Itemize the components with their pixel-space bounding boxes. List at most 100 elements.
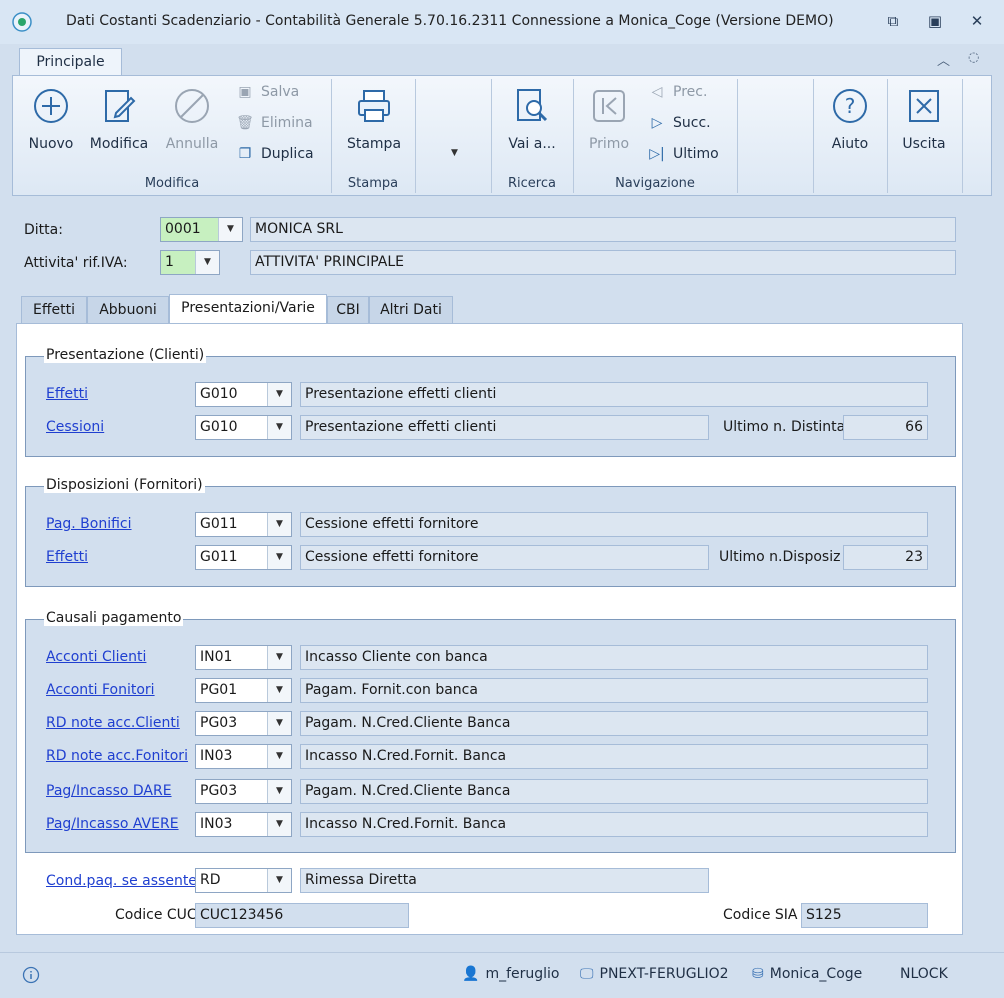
app-icon[interactable]: [12, 12, 32, 32]
causale-link[interactable]: Pag/Incasso DARE: [46, 783, 172, 799]
disposizioni-group: Disposizioni (Fornitori) Pag. Bonifici G…: [25, 477, 956, 587]
presentazione-cessioni-link[interactable]: Cessioni: [46, 419, 104, 435]
causale-link[interactable]: Acconti Fonitori: [46, 682, 155, 698]
chevron-down-icon[interactable]: ▼: [267, 646, 291, 669]
salva-button[interactable]: ▣ Salva: [235, 84, 299, 106]
chevron-down-icon[interactable]: ▼: [267, 383, 291, 406]
cond-paq-combo[interactable]: RD ▼: [195, 868, 292, 893]
tab-abbuoni[interactable]: Abbuoni: [87, 296, 169, 324]
vai-button[interactable]: Vai a...: [496, 86, 568, 164]
chevron-down-icon[interactable]: ▼: [267, 745, 291, 768]
causali-group: Causali pagamento Acconti Clienti IN01 ▼…: [25, 610, 956, 853]
chevron-down-icon[interactable]: ▼: [267, 712, 291, 735]
causale-combo[interactable]: PG03 ▼: [195, 711, 292, 736]
succ-button[interactable]: ▷ Succ.: [647, 115, 711, 137]
collapse-ribbon-icon[interactable]: ︿: [937, 50, 950, 69]
last-icon: ▷|: [649, 146, 665, 162]
vai-label: Vai a...: [508, 136, 556, 152]
chevron-down-icon[interactable]: ▼: [267, 780, 291, 803]
cond-paq-desc: Rimessa Diretta: [300, 868, 709, 893]
ribbon-dropdown-icon[interactable]: ▼: [451, 148, 458, 158]
title-bar: Dati Costanti Scadenziario - Contabilità…: [0, 0, 1004, 44]
tab-cbi[interactable]: CBI: [327, 296, 369, 324]
uscita-button[interactable]: Uscita: [888, 86, 960, 164]
desc-field: Cessione effetti fornitore: [300, 545, 709, 570]
annulla-button[interactable]: Annulla: [156, 86, 228, 164]
info-icon[interactable]: [22, 966, 40, 984]
sia-field[interactable]: S125: [801, 903, 928, 928]
causale-link[interactable]: RD note acc.Fonitori: [46, 748, 188, 764]
ribbon: Nuovo Modifica Annulla ▣ Salva 🗑 Elimina ❐…: [12, 75, 992, 196]
ultimo-button[interactable]: ▷| Ultimo: [647, 146, 718, 168]
sia-label: Codice SIA: [723, 907, 798, 923]
desc-field: Incasso N.Cred.Fornit. Banca: [300, 744, 928, 769]
code-value: G010: [200, 419, 238, 435]
code-value: IN03: [200, 748, 233, 764]
duplica-label: Duplica: [261, 146, 314, 162]
attivita-combo[interactable]: 1 ▼: [160, 250, 220, 275]
code-value: PG03: [200, 715, 238, 731]
presentazione-effetti-combo[interactable]: G010 ▼: [195, 382, 292, 407]
style-icon[interactable]: ◌: [968, 50, 979, 65]
causale-link[interactable]: Pag/Incasso AVERE: [46, 816, 179, 832]
prec-button[interactable]: ◁ Prec.: [647, 84, 708, 106]
disposizioni-effetti-combo[interactable]: G011 ▼: [195, 545, 292, 570]
causale-link[interactable]: RD note acc.Clienti: [46, 715, 180, 731]
uscita-label: Uscita: [902, 136, 946, 152]
chevron-down-icon[interactable]: ▼: [195, 251, 219, 274]
svg-text:?: ?: [845, 94, 856, 118]
cuc-label: Codice CUC: [115, 907, 195, 923]
cuc-field[interactable]: CUC123456: [195, 903, 409, 928]
next-icon: ▷: [651, 115, 663, 131]
disposizioni-effetti-link[interactable]: Effetti: [46, 549, 88, 565]
elimina-button[interactable]: 🗑 Elimina: [235, 115, 313, 137]
attivita-code: 1: [165, 254, 174, 270]
ultimo-distinta-label: Ultimo n. Distinta: [723, 419, 843, 435]
causale-link[interactable]: Acconti Clienti: [46, 649, 146, 665]
primo-button[interactable]: Primo: [573, 86, 645, 164]
chevron-down-icon[interactable]: ▼: [267, 416, 291, 439]
restore-icon[interactable]: ⧉: [880, 10, 906, 32]
desc-field: Presentazione effetti clienti: [300, 382, 928, 407]
first-icon: [593, 90, 625, 122]
ribbon-tabbar: Principale ︿ ◌: [12, 44, 992, 76]
tab-presentazioni-varie[interactable]: Presentazioni/Varie: [169, 294, 327, 325]
modifica-label: Modifica: [89, 136, 149, 152]
chevron-down-icon[interactable]: ▼: [267, 813, 291, 836]
cond-paq-link[interactable]: Cond.paq. se assente: [46, 873, 197, 889]
annulla-label: Annulla: [165, 136, 219, 152]
causale-combo[interactable]: PG03 ▼: [195, 779, 292, 804]
maximize-icon[interactable]: ▣: [922, 10, 948, 32]
aiuto-button[interactable]: ? Aiuto: [814, 86, 886, 164]
presentazione-effetti-link[interactable]: Effetti: [46, 386, 88, 402]
succ-label: Succ.: [673, 115, 711, 131]
causale-combo[interactable]: PG01 ▼: [195, 678, 292, 703]
chevron-down-icon[interactable]: ▼: [267, 546, 291, 569]
code-value: RD: [200, 872, 221, 888]
close-icon[interactable]: ✕: [964, 10, 990, 32]
group-label-stampa: Stampa: [347, 176, 399, 191]
chevron-down-icon[interactable]: ▼: [267, 869, 291, 892]
tab-effetti[interactable]: Effetti: [21, 296, 87, 324]
monitor-icon: 🖵: [580, 966, 594, 982]
nuovo-button[interactable]: Nuovo: [15, 86, 87, 164]
chevron-down-icon[interactable]: ▼: [267, 513, 291, 536]
duplica-button[interactable]: ❐ Duplica: [235, 146, 314, 168]
ultimo-distinta-value: 66: [843, 415, 928, 440]
disposizioni-bonifici-combo[interactable]: G011 ▼: [195, 512, 292, 537]
status-machine: 🖵 PNEXT-FERUGLIO2: [580, 966, 729, 982]
disposizioni-bonifici-link[interactable]: Pag. Bonifici: [46, 516, 132, 532]
stampa-button[interactable]: Stampa: [338, 86, 410, 164]
modifica-button[interactable]: Modifica: [83, 86, 155, 164]
presentazione-cessioni-combo[interactable]: G010 ▼: [195, 415, 292, 440]
close-box-icon: [909, 90, 939, 122]
chevron-down-icon[interactable]: ▼: [218, 218, 242, 241]
ditta-combo[interactable]: 0001 ▼: [160, 217, 243, 242]
tab-altri-dati[interactable]: Altri Dati: [369, 296, 453, 324]
causale-combo[interactable]: IN03 ▼: [195, 744, 292, 769]
tab-principale[interactable]: Principale: [19, 48, 122, 76]
prev-icon: ◁: [651, 84, 663, 100]
causale-combo[interactable]: IN03 ▼: [195, 812, 292, 837]
chevron-down-icon[interactable]: ▼: [267, 679, 291, 702]
causale-combo[interactable]: IN01 ▼: [195, 645, 292, 670]
